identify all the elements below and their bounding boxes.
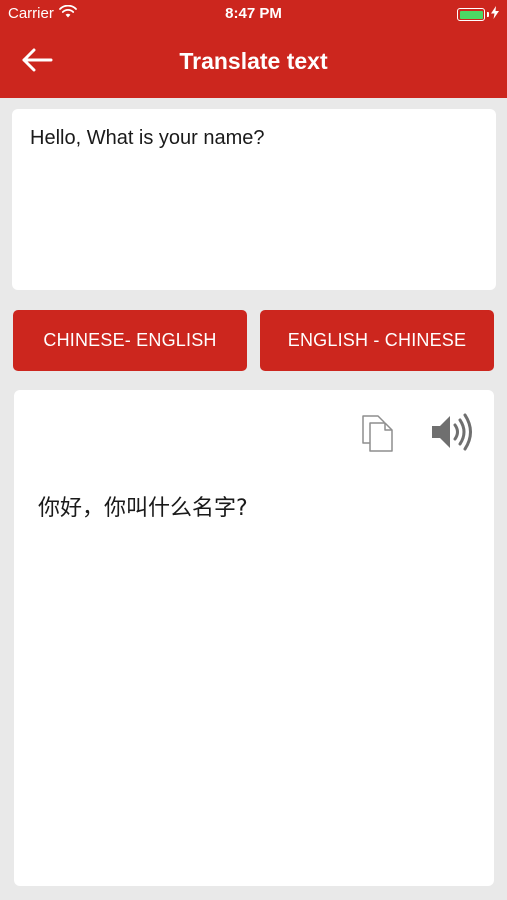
battery-icon [457,8,485,21]
page-title: Translate text [179,48,328,74]
speaker-icon [430,413,474,456]
source-text-card: Hello, What is your name? [12,109,496,290]
copy-icon [360,415,396,457]
translate-screen: Carrier 8:47 PM Translate text Hello, Wh… [0,0,507,900]
navigation-bar: Translate text [0,28,507,98]
status-bar: Carrier 8:47 PM [0,0,507,28]
bolt-icon [491,6,499,23]
translated-text: 你好，你叫什么名字? [38,496,248,521]
translation-result-card: 你好，你叫什么名字? [14,390,494,886]
battery-cap [487,12,489,17]
status-time: 8:47 PM [225,5,282,22]
chinese-english-button[interactable]: CHINESE- ENGLISH [13,310,247,371]
battery-indicator [457,6,499,23]
speak-button[interactable] [430,412,474,452]
copy-button[interactable] [360,413,396,453]
source-text-input[interactable]: Hello, What is your name? [30,127,478,272]
english-chinese-button[interactable]: ENGLISH - CHINESE [260,310,494,371]
header-bar: Carrier 8:47 PM Translate text [0,0,507,98]
battery-level [459,10,483,19]
